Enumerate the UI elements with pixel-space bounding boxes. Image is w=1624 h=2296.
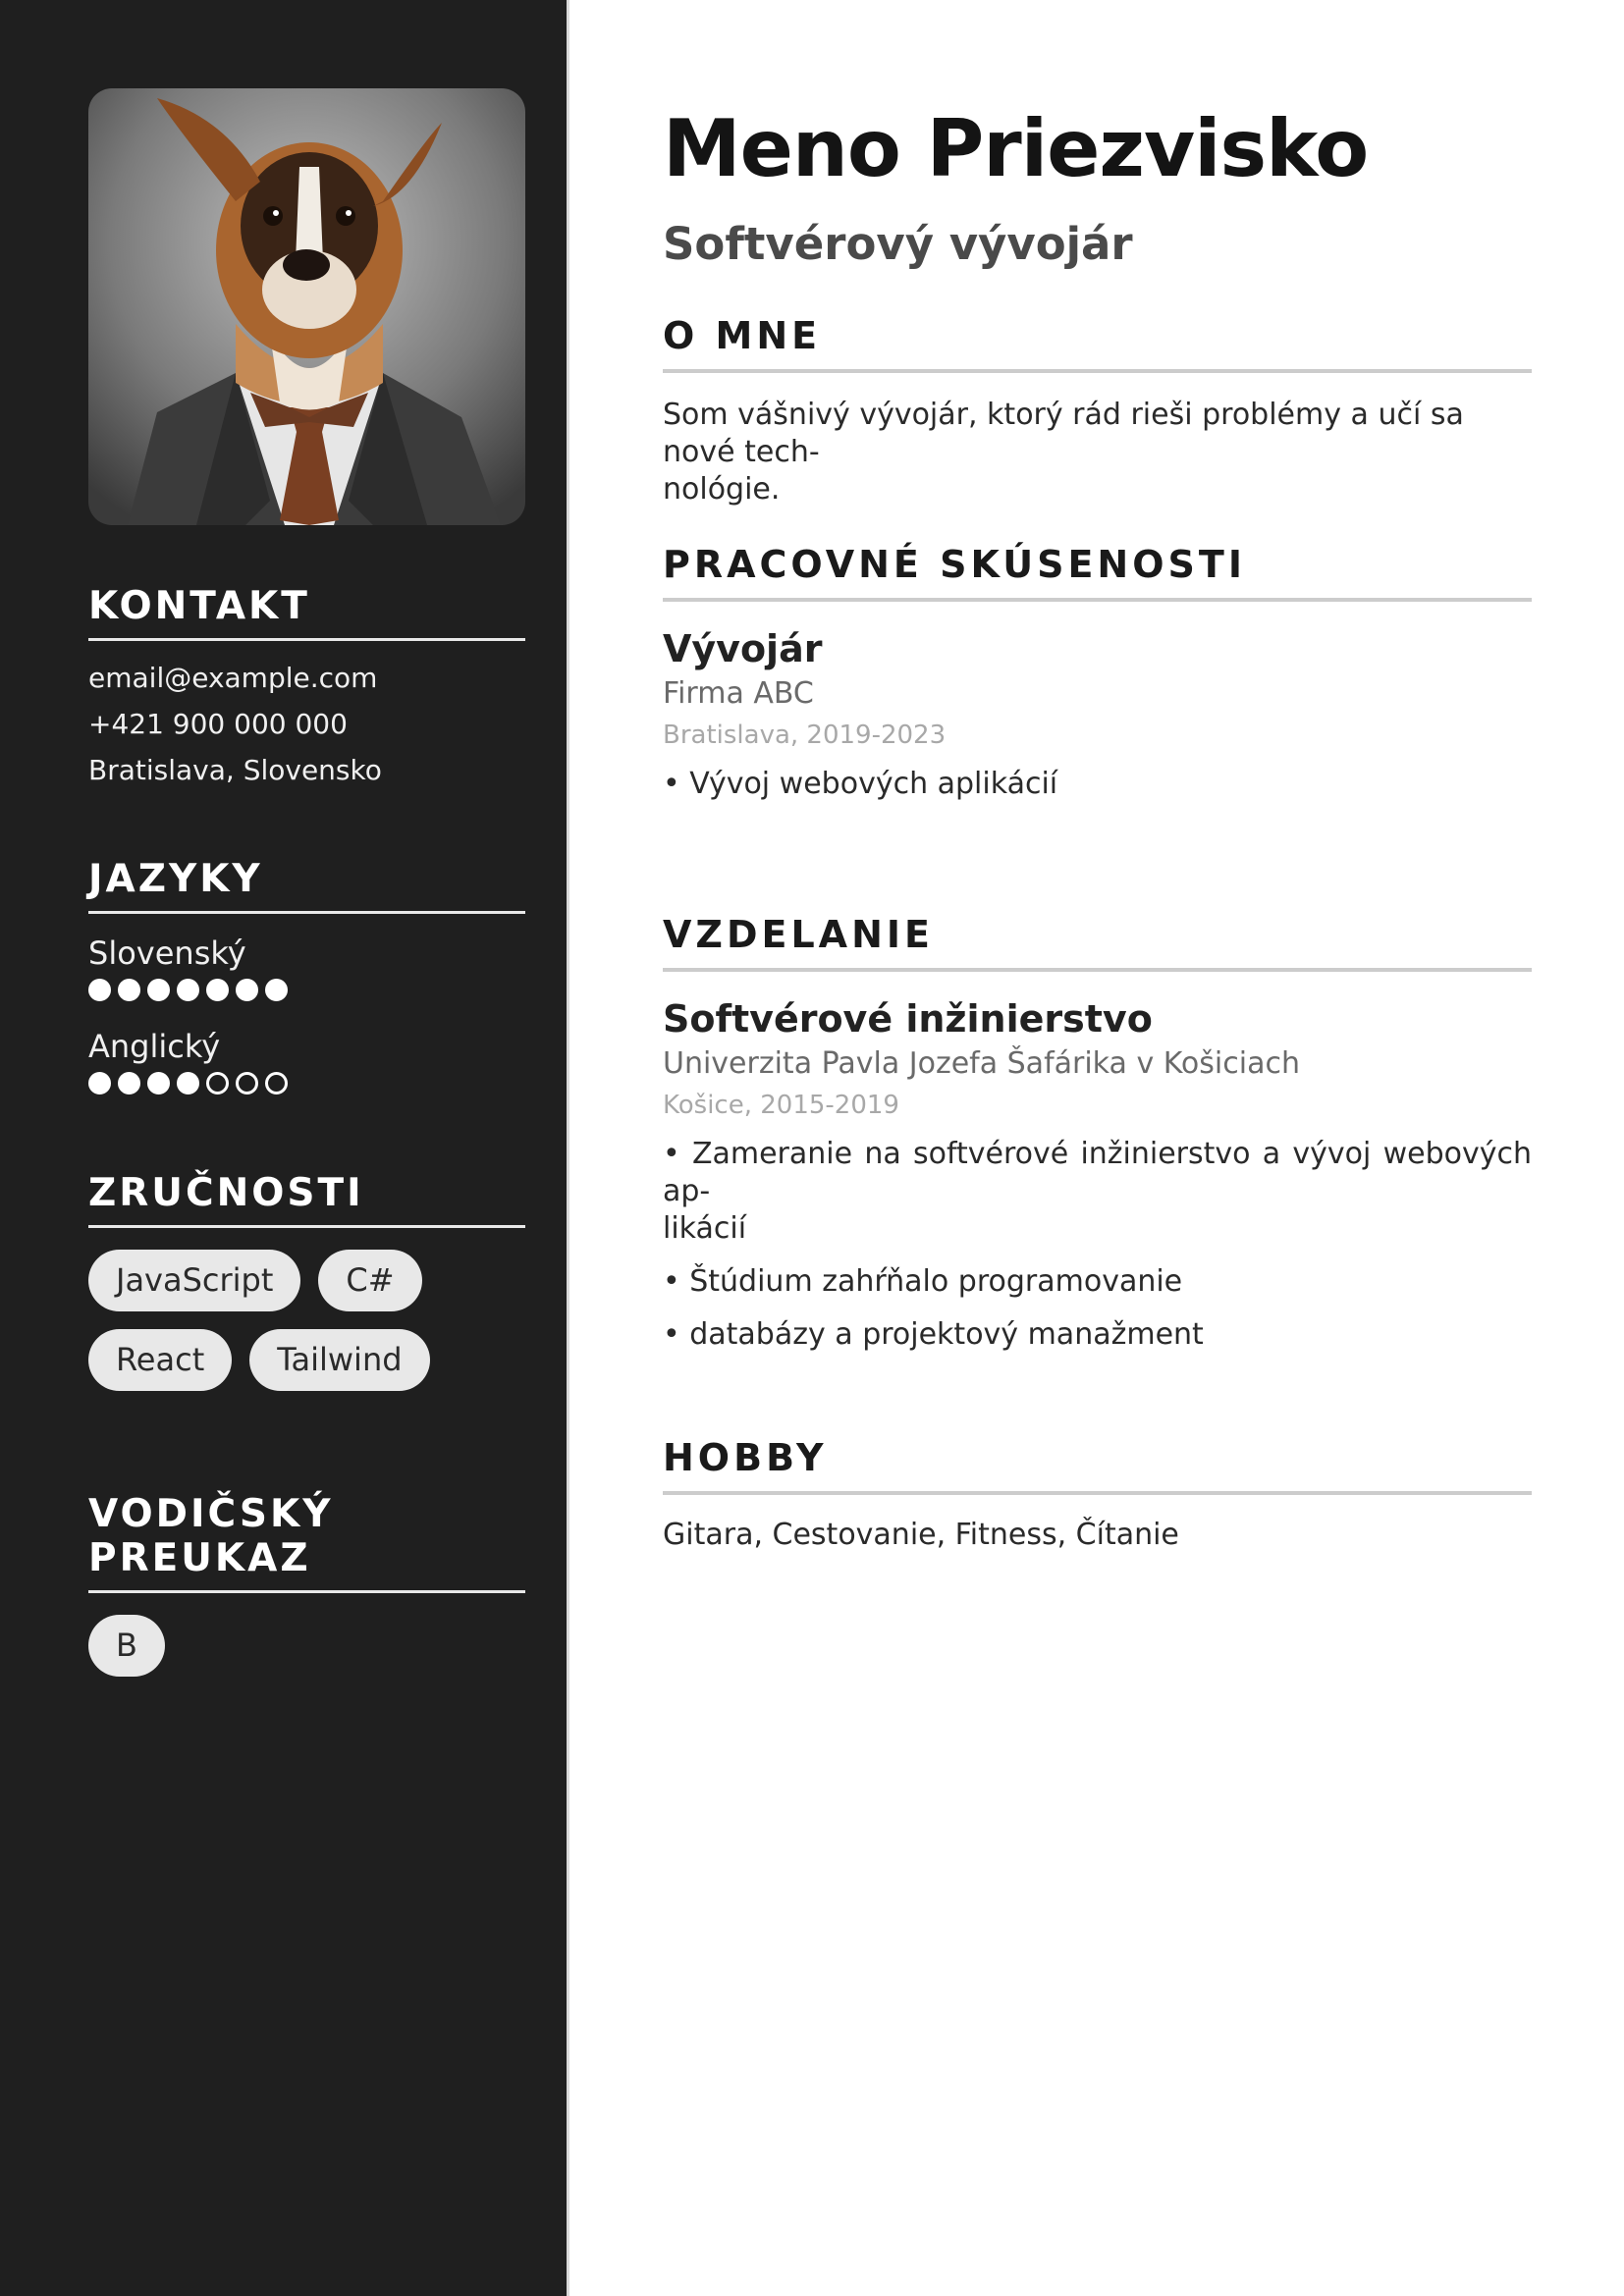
skill-chip: C# xyxy=(318,1250,422,1311)
education-section: VZDELANIE Softvérové inžinierstvo Univer… xyxy=(663,913,1532,1354)
language-level-dots xyxy=(88,1072,525,1095)
contact-location: Bratislava, Slovensko xyxy=(88,754,382,786)
education-bullet: • Zameranie na softvérové inžinierstvo a… xyxy=(663,1136,1532,1248)
level-dot-empty xyxy=(265,1072,288,1095)
contact-section: KONTAKT email@example.com +421 900 000 0… xyxy=(88,584,525,793)
contact-phone[interactable]: +421 900 000 000 xyxy=(88,701,525,747)
experience-section: PRACOVNÉ SKÚSENOSTI Vývojár Firma ABC Br… xyxy=(663,543,1532,803)
about-text-line: Som vášnivý vývojár, ktorý rád rieši pro… xyxy=(663,398,1464,469)
license-section: VODIČSKÝ PREUKAZ B xyxy=(88,1492,525,1677)
contact-email[interactable]: email@example.com xyxy=(88,655,525,701)
contact-heading: KONTAKT xyxy=(88,584,525,641)
about-text-line: nológie. xyxy=(663,472,781,507)
level-dot-filled xyxy=(118,979,140,1001)
language-level-dots xyxy=(88,979,525,1001)
skills-heading: ZRUČNOSTI xyxy=(88,1171,525,1228)
experience-bullet: • Vývoj webových aplikácií xyxy=(663,767,1058,801)
license-chip: B xyxy=(88,1615,165,1677)
education-title: Softvérové inžinierstvo xyxy=(663,997,1153,1041)
level-dot-filled xyxy=(265,979,288,1001)
languages-heading: JAZYKY xyxy=(88,857,525,914)
hobby-text: Gitara, Cestovanie, Fitness, Čítanie xyxy=(663,1518,1179,1552)
experience-company: Firma ABC xyxy=(663,676,814,711)
about-heading: O MNE xyxy=(663,314,1532,373)
skills-section: ZRUČNOSTI JavaScript C# React Tailwind xyxy=(88,1171,525,1391)
level-dot-filled xyxy=(177,1072,199,1095)
license-chips: B xyxy=(88,1615,525,1677)
about-section: O MNE Som vášnivý vývojár, ktorý rád rie… xyxy=(663,314,1532,508)
profile-photo xyxy=(88,88,525,525)
level-dot-filled xyxy=(88,979,111,1001)
level-dot-empty xyxy=(206,1072,229,1095)
sidebar: KONTAKT email@example.com +421 900 000 0… xyxy=(0,0,569,2296)
level-dot-filled xyxy=(236,979,258,1001)
education-bullet-line: likácií xyxy=(663,1211,747,1246)
hobby-heading: HOBBY xyxy=(663,1436,1532,1495)
education-meta: Košice, 2015-2019 xyxy=(663,1091,899,1120)
hobby-section: HOBBY Gitara, Cestovanie, Fitness, Čítan… xyxy=(663,1436,1532,1554)
level-dot-filled xyxy=(177,979,199,1001)
level-dot-empty xyxy=(236,1072,258,1095)
level-dot-filled xyxy=(147,979,170,1001)
level-dot-filled xyxy=(88,1072,111,1095)
education-bullet: • databázy a projektový manažment xyxy=(663,1317,1204,1352)
language-name: Anglický xyxy=(88,1028,221,1065)
education-bullet-line: • Zameranie na softvérové inžinierstvo a… xyxy=(663,1137,1532,1208)
experience-meta: Bratislava, 2019-2023 xyxy=(663,721,947,750)
education-school: Univerzita Pavla Jozefa Šafárika v Košic… xyxy=(663,1046,1300,1081)
skills-chips: JavaScript C# React Tailwind xyxy=(88,1250,525,1391)
about-text: Som vášnivý vývojár, ktorý rád rieši pro… xyxy=(663,397,1532,508)
person-job-title: Softvérový vývojár xyxy=(663,218,1133,270)
level-dot-filled xyxy=(118,1072,140,1095)
level-dot-filled xyxy=(206,979,229,1001)
education-bullet: • Štúdium zahŕňalo programovanie xyxy=(663,1264,1183,1299)
skill-chip: JavaScript xyxy=(88,1250,301,1311)
experience-heading: PRACOVNÉ SKÚSENOSTI xyxy=(663,543,1532,602)
education-heading: VZDELANIE xyxy=(663,913,1532,972)
experience-title: Vývojár xyxy=(663,627,823,670)
skill-chip: React xyxy=(88,1329,233,1391)
languages-section: JAZYKY Slovenský Anglický xyxy=(88,857,525,1118)
language-name: Slovenský xyxy=(88,934,246,972)
person-name: Meno Priezvisko xyxy=(663,103,1369,194)
skill-chip: Tailwind xyxy=(249,1329,430,1391)
dog-portrait-image xyxy=(88,88,525,525)
level-dot-filled xyxy=(147,1072,170,1095)
license-heading: VODIČSKÝ PREUKAZ xyxy=(88,1492,525,1593)
